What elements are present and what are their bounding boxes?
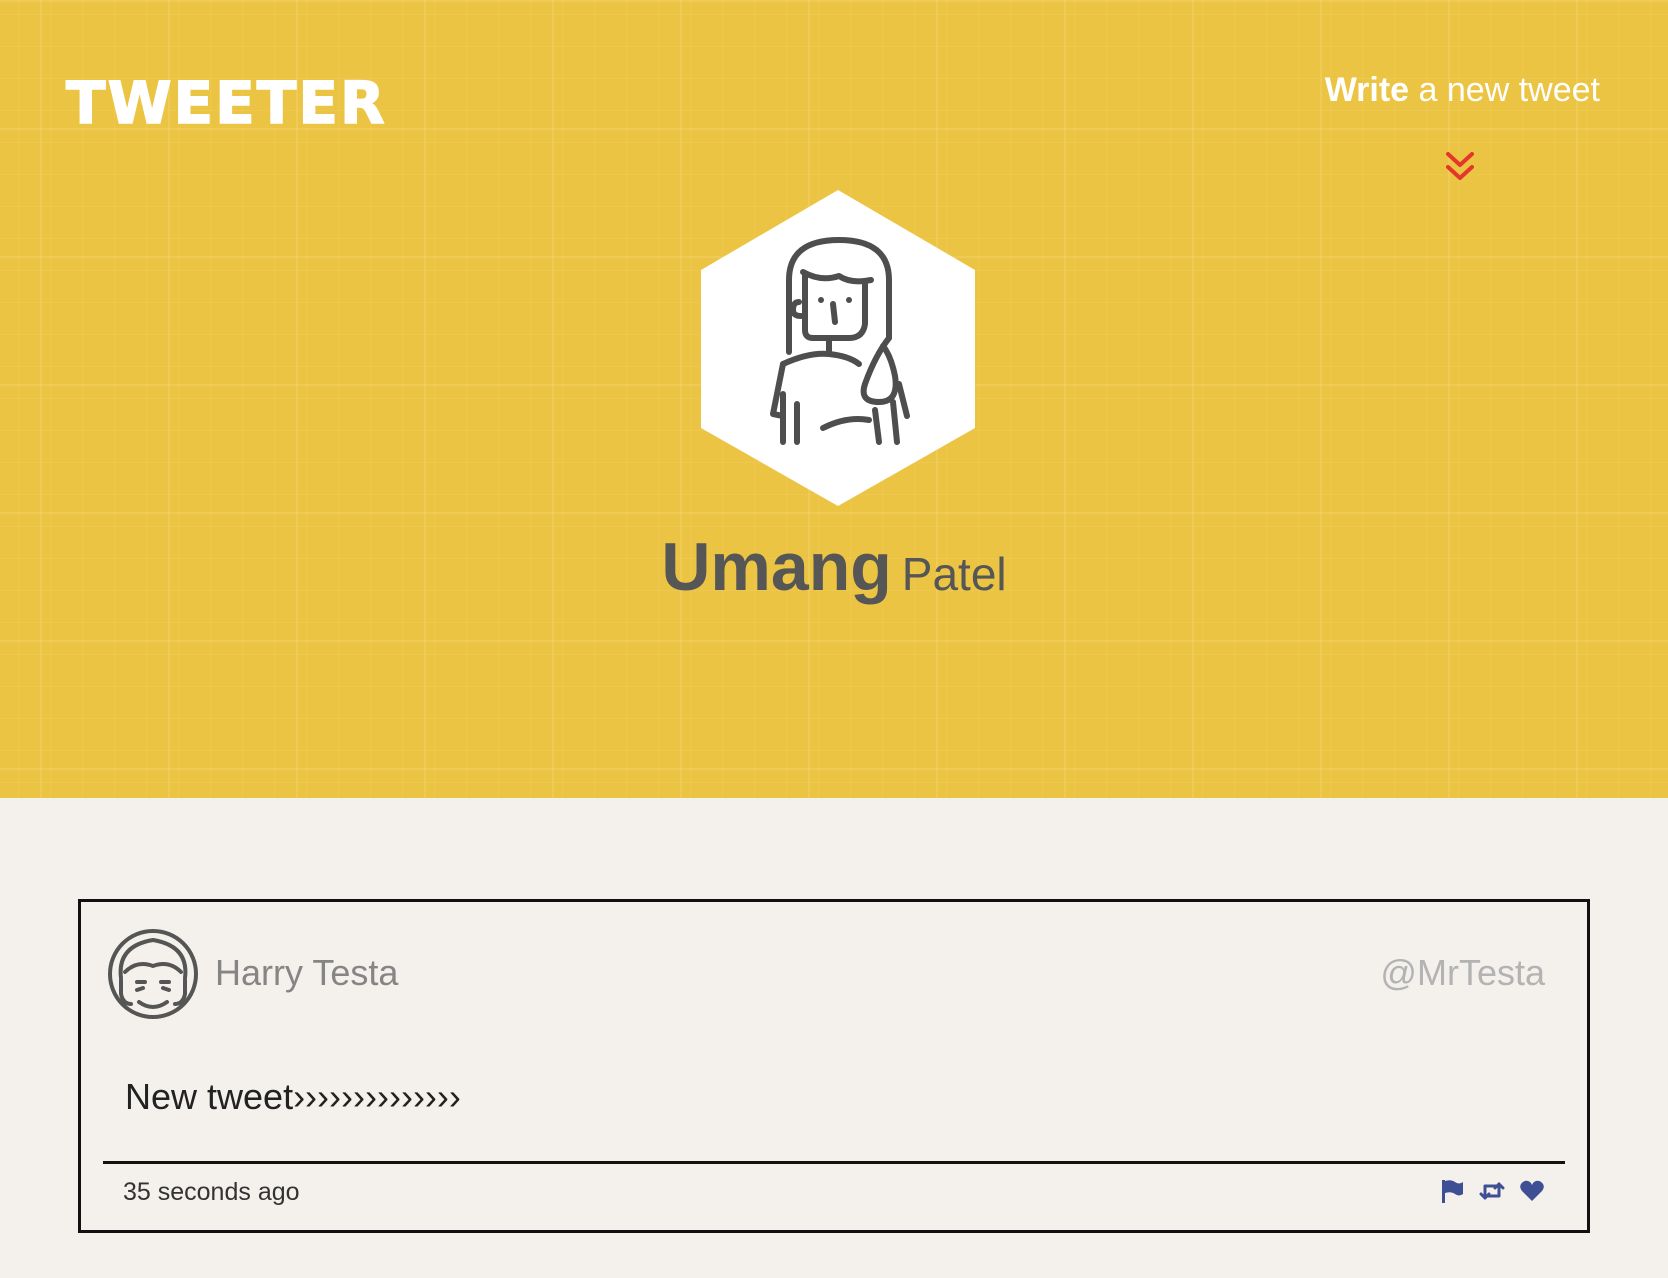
- profile-header: TWEETER Write a new tweet Umang Patel: [0, 0, 1668, 798]
- author-avatar: [108, 929, 198, 1019]
- profile-avatar: [701, 190, 975, 506]
- tweet-author-handle[interactable]: @MrTesta: [1380, 952, 1545, 994]
- profile-first-name: Umang: [661, 529, 892, 605]
- compose-tweet-link[interactable]: Write a new tweet: [1324, 71, 1600, 109]
- flag-icon[interactable]: [1439, 1178, 1465, 1204]
- compose-label-strong: Write: [1324, 71, 1410, 109]
- profile-last-name: Patel: [901, 548, 1007, 600]
- app-logo[interactable]: TWEETER: [65, 73, 387, 133]
- tweet-text: New tweet››››››››››››››: [125, 1076, 461, 1117]
- heart-icon[interactable]: [1519, 1178, 1545, 1204]
- compose-label-rest: a new tweet: [1418, 71, 1600, 109]
- tweet-actions: [1439, 1178, 1545, 1204]
- double-chevron-down-icon[interactable]: [1444, 150, 1476, 184]
- tweet-author-name[interactable]: Harry Testa: [215, 952, 398, 994]
- profile-name: Umang Patel: [0, 528, 1668, 606]
- tweet-timestamp: 35 seconds ago: [123, 1178, 300, 1206]
- tweet-card: Harry Testa @MrTesta New tweet››››››››››…: [78, 899, 1590, 1233]
- retweet-icon[interactable]: [1479, 1178, 1505, 1204]
- tweet-divider: [103, 1161, 1565, 1164]
